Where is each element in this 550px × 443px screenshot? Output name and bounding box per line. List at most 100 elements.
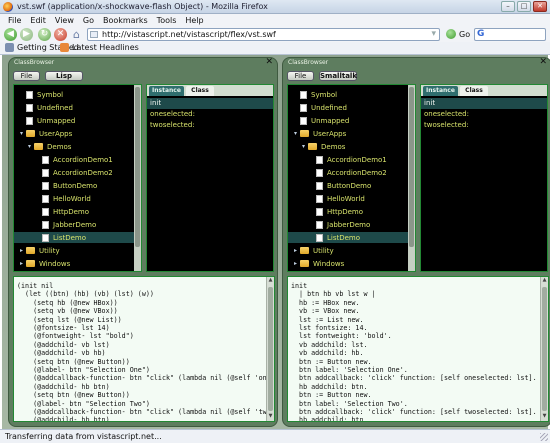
scroll-up-icon[interactable]: ▲ <box>267 277 274 285</box>
tree-item[interactable]: Symbol <box>288 89 415 100</box>
bookmark-latest-headlines[interactable]: Latest Headlines <box>60 43 139 52</box>
tree-item[interactable]: Symbol <box>14 89 141 100</box>
menu-help[interactable]: Help <box>181 14 208 27</box>
scrollbar-thumb[interactable] <box>135 87 140 247</box>
file-menu-button[interactable]: File <box>13 71 40 81</box>
tree-item-label: Unmapped <box>37 116 76 125</box>
go-button[interactable]: Go <box>459 30 470 39</box>
search-input[interactable]: G <box>474 28 546 41</box>
menu-tools[interactable]: Tools <box>153 14 182 27</box>
tree-item[interactable]: ▸ Utility <box>14 245 141 256</box>
method-item[interactable]: init <box>421 98 547 109</box>
forward-arrow-icon[interactable]: ▶ <box>20 28 33 41</box>
dropdown-arrow-icon[interactable]: ▾ <box>431 29 436 39</box>
tree-item-label: AccordionDemo2 <box>53 168 113 177</box>
home-icon[interactable]: ⌂ <box>70 28 83 41</box>
tree-item[interactable]: HelloWorld <box>288 193 415 204</box>
tree-item[interactable]: AccordionDemo2 <box>288 167 415 178</box>
tree-item[interactable]: Unmapped <box>288 115 415 126</box>
expand-arrow-right-icon[interactable]: ▸ <box>292 247 299 254</box>
language-menu-button[interactable]: Lisp <box>45 71 83 81</box>
resize-grip-icon[interactable] <box>540 433 548 441</box>
file-menu-button[interactable]: File <box>287 71 314 81</box>
tree-item[interactable]: ▸ Windows <box>288 258 415 269</box>
address-bar[interactable]: http://vistascript.net/vistascript/flex/… <box>87 28 440 41</box>
tree-item[interactable]: ▾ UserApps <box>14 128 141 139</box>
tree-item[interactable]: HttpDemo <box>14 206 141 217</box>
tree-item[interactable]: ▸ Windows <box>14 258 141 269</box>
tree-scrollbar[interactable] <box>408 85 415 271</box>
tree-item[interactable]: JabberDemo <box>14 219 141 230</box>
tree-scrollbar[interactable] <box>134 85 141 271</box>
method-item[interactable]: oneselected: <box>147 109 273 120</box>
scroll-down-icon[interactable]: ▼ <box>541 413 548 421</box>
tree-item[interactable]: ▾ Demos <box>288 141 415 152</box>
tree-item[interactable]: Unmapped <box>14 115 141 126</box>
tab-class[interactable]: Class <box>460 86 488 96</box>
tree-item[interactable]: ButtonDemo <box>288 180 415 191</box>
tree-item[interactable]: ListDemo <box>288 232 415 243</box>
code-scrollbar[interactable]: ▲ ▼ <box>266 277 274 421</box>
code-scrollbar[interactable]: ▲ ▼ <box>540 277 548 421</box>
tree-item-label: Windows <box>313 259 345 268</box>
tree-item[interactable]: ButtonDemo <box>14 180 141 191</box>
tree-item[interactable]: AccordionDemo1 <box>14 154 141 165</box>
tree-item[interactable]: AccordionDemo1 <box>288 154 415 165</box>
maximize-icon[interactable]: □ <box>517 1 531 12</box>
code-editor[interactable]: init | btn hb vb lst w | hb := HBox new.… <box>287 276 549 422</box>
tree-item[interactable]: HttpDemo <box>288 206 415 217</box>
tree-item-label: Undefined <box>311 103 347 112</box>
expand-arrow-right-icon[interactable]: ▸ <box>18 247 25 254</box>
scroll-up-icon[interactable]: ▲ <box>541 277 548 285</box>
tab-instance[interactable]: Instance <box>423 86 458 96</box>
tree-item[interactable]: ▸ Utility <box>288 245 415 256</box>
code-editor[interactable]: (init nil (let ((btn) (hb) (vb) (lst) (w… <box>13 276 275 422</box>
class-file-icon <box>316 220 323 229</box>
scrollbar-thumb[interactable] <box>542 287 547 411</box>
expand-arrow-down-icon[interactable]: ▾ <box>18 130 25 137</box>
method-item[interactable]: oneselected: <box>421 109 547 120</box>
menu-bookmarks[interactable]: Bookmarks <box>99 14 153 27</box>
tree-item[interactable]: JabberDemo <box>288 219 415 230</box>
tree-item[interactable]: Undefined <box>14 102 141 113</box>
navigation-toolbar: ◀ ▶ ↻ ✕ ⌂ http://vistascript.net/vistasc… <box>0 27 550 42</box>
tree-item[interactable]: ▾ Demos <box>14 141 141 152</box>
reload-icon[interactable]: ↻ <box>38 28 51 41</box>
close-icon[interactable]: ✕ <box>265 58 273 67</box>
method-item[interactable]: twoselected: <box>421 120 547 131</box>
folder-icon <box>300 247 309 254</box>
expand-arrow-down-icon[interactable]: ▾ <box>26 143 33 150</box>
tree-item[interactable]: Undefined <box>288 102 415 113</box>
tab-class[interactable]: Class <box>186 86 214 96</box>
back-arrow-icon[interactable]: ◀ <box>4 28 17 41</box>
method-item[interactable]: init <box>147 98 273 109</box>
scrollbar-thumb[interactable] <box>409 87 414 247</box>
menu-edit[interactable]: Edit <box>26 14 51 27</box>
stop-icon[interactable]: ✕ <box>54 28 67 41</box>
method-item[interactable]: twoselected: <box>147 120 273 131</box>
tab-instance[interactable]: Instance <box>149 86 184 96</box>
menu-view[interactable]: View <box>51 14 79 27</box>
expand-arrow-down-icon[interactable]: ▾ <box>292 130 299 137</box>
menu-file[interactable]: File <box>4 14 26 27</box>
address-url[interactable]: http://vistascript.net/vistascript/flex/… <box>102 30 276 39</box>
close-icon[interactable]: ✕ <box>539 58 547 67</box>
tree-item[interactable]: ▾ UserApps <box>288 128 415 139</box>
tree-item-label: ListDemo <box>327 233 361 242</box>
tree-item[interactable]: AccordionDemo2 <box>14 167 141 178</box>
menu-go[interactable]: Go <box>79 14 99 27</box>
language-menu-button[interactable]: Smalltalk <box>319 71 357 81</box>
go-arrow-icon[interactable] <box>446 29 456 39</box>
scroll-down-icon[interactable]: ▼ <box>267 413 274 421</box>
method-tabs: Instance Class <box>147 85 273 96</box>
expand-arrow-down-icon[interactable]: ▾ <box>300 143 307 150</box>
expand-arrow-right-icon[interactable]: ▸ <box>18 260 25 267</box>
close-window-icon[interactable]: ✕ <box>533 1 547 12</box>
tree-item[interactable]: HelloWorld <box>14 193 141 204</box>
scrollbar-thumb[interactable] <box>268 287 273 411</box>
expand-arrow-right-icon[interactable]: ▸ <box>292 260 299 267</box>
class-file-icon <box>316 181 323 190</box>
tree-item[interactable]: ListDemo <box>14 232 141 243</box>
class-tree: Symbol Undefined Unmapped ▾ UserApps ▾ Demos Ac… <box>287 84 416 272</box>
minimize-icon[interactable]: – <box>501 1 515 12</box>
